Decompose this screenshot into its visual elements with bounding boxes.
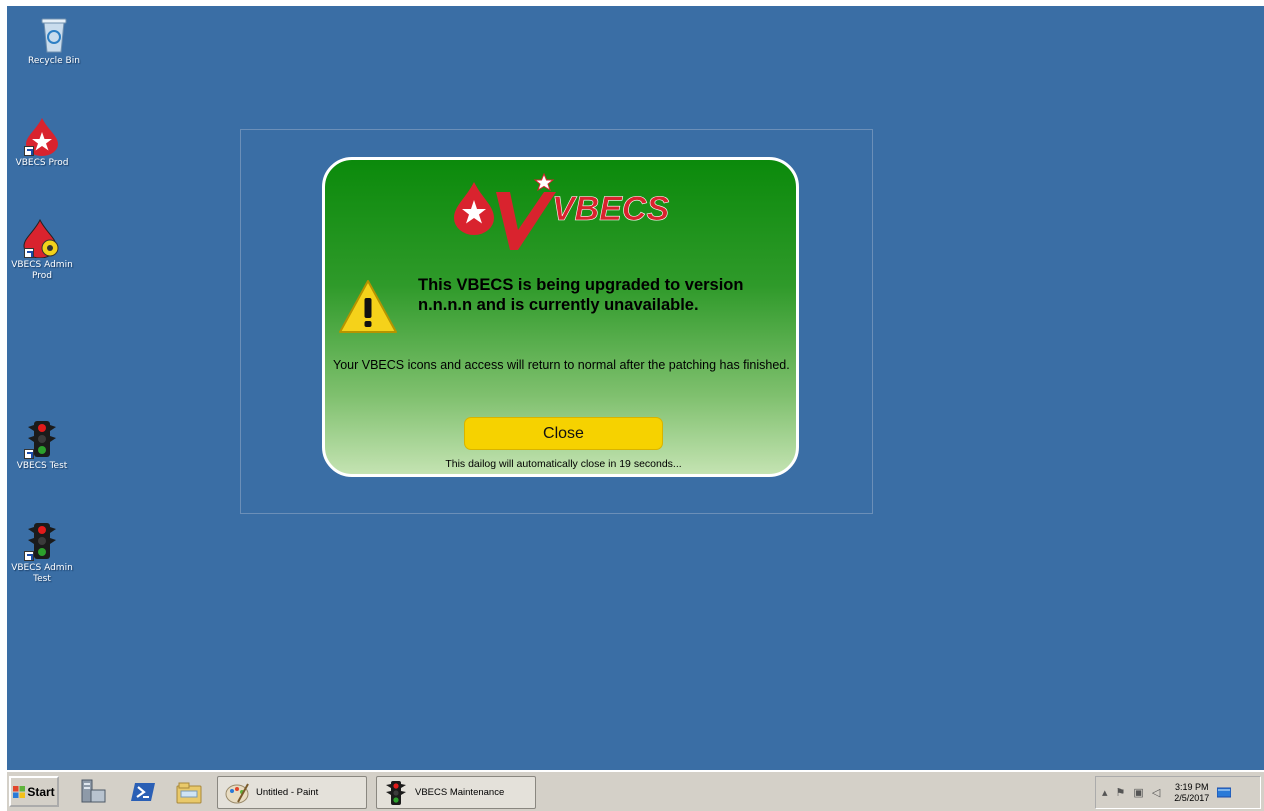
traffic-light-icon: [22, 419, 62, 459]
desktop-icon-label: VBECS Admin Test: [11, 563, 73, 584]
shortcut-arrow-icon: [24, 248, 34, 258]
windows-logo-icon: [13, 785, 26, 798]
recycle-bin-icon: [34, 14, 74, 54]
traffic-light-icon: [22, 521, 62, 561]
clock-date: 2/5/2017: [1174, 792, 1210, 803]
paint-icon: [225, 783, 249, 803]
volume-icon[interactable]: ◁: [1152, 786, 1160, 799]
countdown-text: This dailog will automatically close in …: [445, 458, 682, 470]
recycle-bin-shortcut[interactable]: Recycle Bin: [19, 14, 89, 67]
start-label: Start: [27, 784, 55, 799]
vbecs-admin-test-shortcut[interactable]: VBECS Admin Test: [7, 521, 77, 585]
desktop-icon-label: Recycle Bin: [28, 56, 80, 66]
clock-time: 3:19 PM: [1175, 781, 1209, 792]
dialog-headline: This VBECS is being upgraded to version …: [418, 276, 744, 314]
server-manager-icon[interactable]: [79, 778, 107, 806]
taskbar-item-vbecs-maintenance[interactable]: VBECS Maintenance: [376, 776, 536, 809]
vbecs-admin-icon: [22, 218, 62, 259]
traffic-light-icon: [386, 780, 406, 805]
powershell-icon[interactable]: [129, 778, 157, 806]
desktop-icon-label: VBECS Test: [16, 461, 68, 471]
vbecs-logo: VBECS: [454, 172, 670, 250]
taskbar-item-label: Untitled - Paint: [256, 787, 319, 798]
shortcut-arrow-icon: [24, 551, 34, 561]
vbecs-prod-shortcut[interactable]: VBECS Prod: [7, 116, 77, 169]
vbecs-drop-icon: [22, 116, 62, 156]
shortcut-arrow-icon: [24, 146, 34, 156]
vbecs-test-shortcut[interactable]: VBECS Test: [7, 419, 77, 472]
maintenance-dialog: VBECS This VBECS is being upgraded to ve…: [322, 157, 799, 477]
desktop-icon-label: VBECS Prod: [15, 158, 69, 168]
close-button[interactable]: Close: [464, 417, 663, 450]
explorer-icon[interactable]: [175, 778, 203, 806]
logo-text: VBECS: [552, 190, 669, 228]
flag-icon[interactable]: ⚑: [1116, 786, 1126, 799]
taskbar-item-paint[interactable]: Untitled - Paint: [217, 776, 367, 809]
taskbar-item-label: VBECS Maintenance: [415, 787, 505, 798]
chevron-up-icon[interactable]: ▴: [1102, 786, 1108, 799]
desktop-icon-label: VBECS Admin Prod: [11, 260, 73, 281]
dialog-body-text: Your VBECS icons and access will return …: [333, 358, 790, 372]
taskbar: Start Untitled - Paint VBECS Maintenance…: [7, 770, 1264, 811]
show-desktop-icon[interactable]: [1217, 787, 1232, 799]
network-icon[interactable]: ▣: [1133, 786, 1143, 799]
shortcut-arrow-icon: [24, 449, 34, 459]
system-tray: ▴ ⚑ ▣ ◁ 3:19 PM 2/5/2017: [1095, 776, 1261, 809]
clock[interactable]: 3:19 PM 2/5/2017: [1174, 782, 1209, 804]
vbecs-admin-prod-shortcut[interactable]: VBECS Admin Prod: [7, 218, 77, 282]
start-button[interactable]: Start: [9, 776, 59, 807]
warning-icon: [339, 280, 397, 333]
